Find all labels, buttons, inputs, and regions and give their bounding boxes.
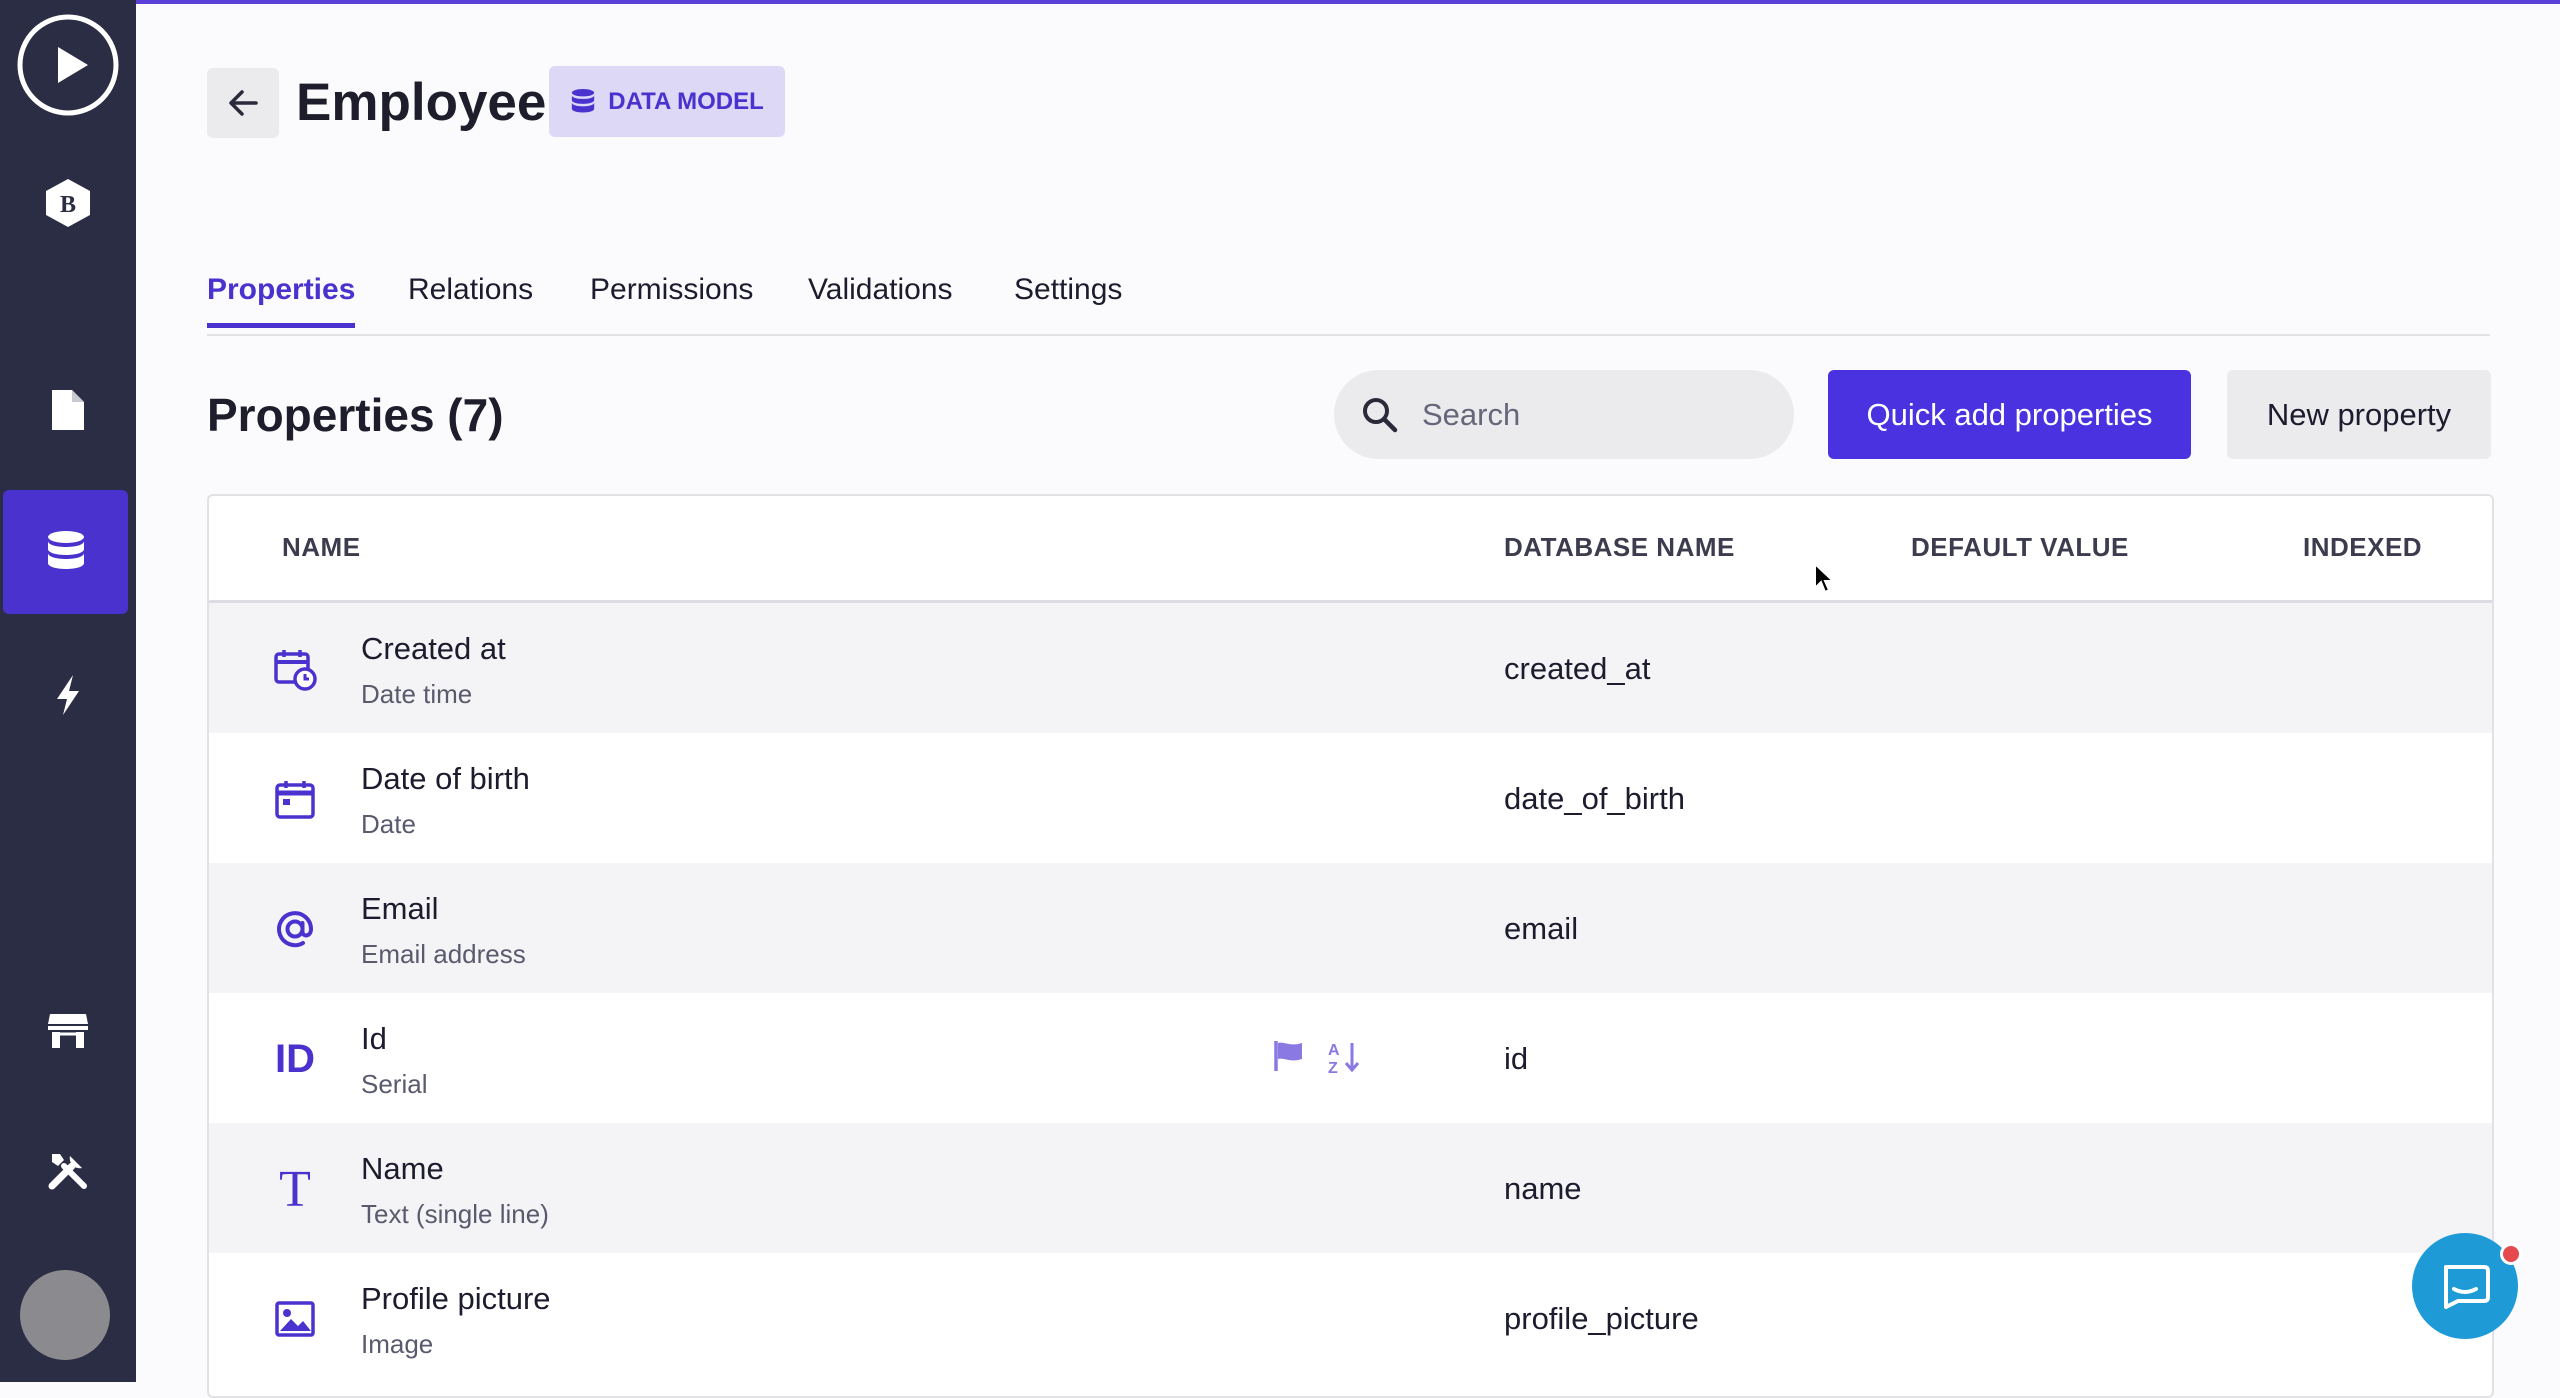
store-icon[interactable] xyxy=(0,990,136,1070)
database-icon xyxy=(572,88,595,113)
search-input[interactable] xyxy=(1420,395,1764,434)
arrow-left-icon xyxy=(229,90,258,116)
property-flags: AZ xyxy=(1272,1039,1360,1075)
table-row[interactable]: Email Email address email xyxy=(209,863,2492,993)
property-db-name: profile_picture xyxy=(1504,1301,1699,1336)
sort-az-icon: AZ xyxy=(1328,1042,1360,1075)
page-title: Employee xyxy=(296,73,547,132)
properties-table: NAME DATABASE NAME DEFAULT VALUE INDEXED… xyxy=(207,494,2494,1398)
tab-relations[interactable]: Relations xyxy=(408,265,533,323)
column-header-default-value[interactable]: DEFAULT VALUE xyxy=(1911,532,2129,563)
flag-icon xyxy=(1274,1041,1302,1071)
tab-validations[interactable]: Validations xyxy=(808,265,953,323)
new-property-button[interactable]: New property xyxy=(2227,370,2491,459)
property-db-name: name xyxy=(1504,1171,1582,1206)
property-name: Name xyxy=(361,1151,444,1186)
tab-permissions[interactable]: Permissions xyxy=(590,265,753,323)
badge-label: DATA MODEL xyxy=(608,87,764,115)
property-name: Id xyxy=(361,1021,387,1056)
property-type: Email address xyxy=(361,939,526,969)
page-icon[interactable] xyxy=(0,370,136,450)
top-accent-line xyxy=(0,0,2560,4)
property-type: Serial xyxy=(361,1069,428,1099)
property-db-name: id xyxy=(1504,1041,1529,1076)
at-sign-icon xyxy=(269,903,321,955)
property-name: Created at xyxy=(361,631,506,666)
chat-icon xyxy=(2444,1265,2490,1309)
table-row[interactable]: Created at Date time created_at xyxy=(209,603,2492,733)
column-header-database-name[interactable]: DATABASE NAME xyxy=(1504,532,1735,563)
column-header-name[interactable]: NAME xyxy=(282,532,361,563)
property-db-name: date_of_birth xyxy=(1504,781,1685,816)
table-row[interactable]: Profile picture Image profile_picture xyxy=(209,1253,2492,1383)
image-icon xyxy=(269,1293,321,1345)
svg-text:Z: Z xyxy=(1328,1060,1338,1075)
mouse-cursor-icon xyxy=(1814,562,1835,594)
tools-icon[interactable] xyxy=(0,1130,136,1210)
table-row[interactable]: ID Id Serial AZ id xyxy=(209,993,2492,1123)
lightning-icon[interactable] xyxy=(0,655,136,735)
database-icon[interactable] xyxy=(3,490,128,614)
tab-settings[interactable]: Settings xyxy=(1014,265,1122,323)
section-title: Properties (7) xyxy=(207,389,504,441)
property-type: Date time xyxy=(361,679,473,709)
property-name: Profile picture xyxy=(361,1281,551,1316)
calendar-clock-icon xyxy=(269,643,321,695)
search-icon xyxy=(1363,397,1398,432)
property-name: Date of birth xyxy=(361,761,530,796)
property-type: Date xyxy=(361,809,416,839)
property-name: Email xyxy=(361,891,439,926)
property-db-name: email xyxy=(1504,911,1579,946)
quick-add-properties-button[interactable]: Quick add properties xyxy=(1828,370,2191,459)
tab-bar: Properties Relations Permissions Validat… xyxy=(207,255,2490,336)
back-button[interactable] xyxy=(207,68,279,138)
calendar-icon xyxy=(269,773,321,825)
property-type: Image xyxy=(361,1329,434,1359)
svg-text:B: B xyxy=(60,192,76,218)
table-header: NAME DATABASE NAME DEFAULT VALUE INDEXED xyxy=(209,496,2492,603)
text-t-icon: T xyxy=(279,1160,311,1218)
play-icon[interactable] xyxy=(0,10,136,120)
avatar[interactable] xyxy=(20,1270,110,1360)
id-icon: ID xyxy=(275,1036,315,1081)
svg-text:A: A xyxy=(1328,1042,1340,1059)
table-row[interactable]: T Name Text (single line) name xyxy=(209,1123,2492,1253)
column-header-indexed[interactable]: INDEXED xyxy=(2303,532,2422,563)
search-box[interactable] xyxy=(1334,370,1794,459)
notification-dot xyxy=(2500,1243,2522,1265)
data-model-badge: DATA MODEL xyxy=(549,66,785,137)
tab-properties[interactable]: Properties xyxy=(207,265,356,328)
property-type: Text (single line) xyxy=(361,1199,549,1229)
sidebar: B xyxy=(0,0,136,1382)
betty-logo-icon[interactable]: B xyxy=(0,170,136,236)
property-db-name: created_at xyxy=(1504,651,1651,686)
table-row[interactable]: Date of birth Date date_of_birth xyxy=(209,733,2492,863)
